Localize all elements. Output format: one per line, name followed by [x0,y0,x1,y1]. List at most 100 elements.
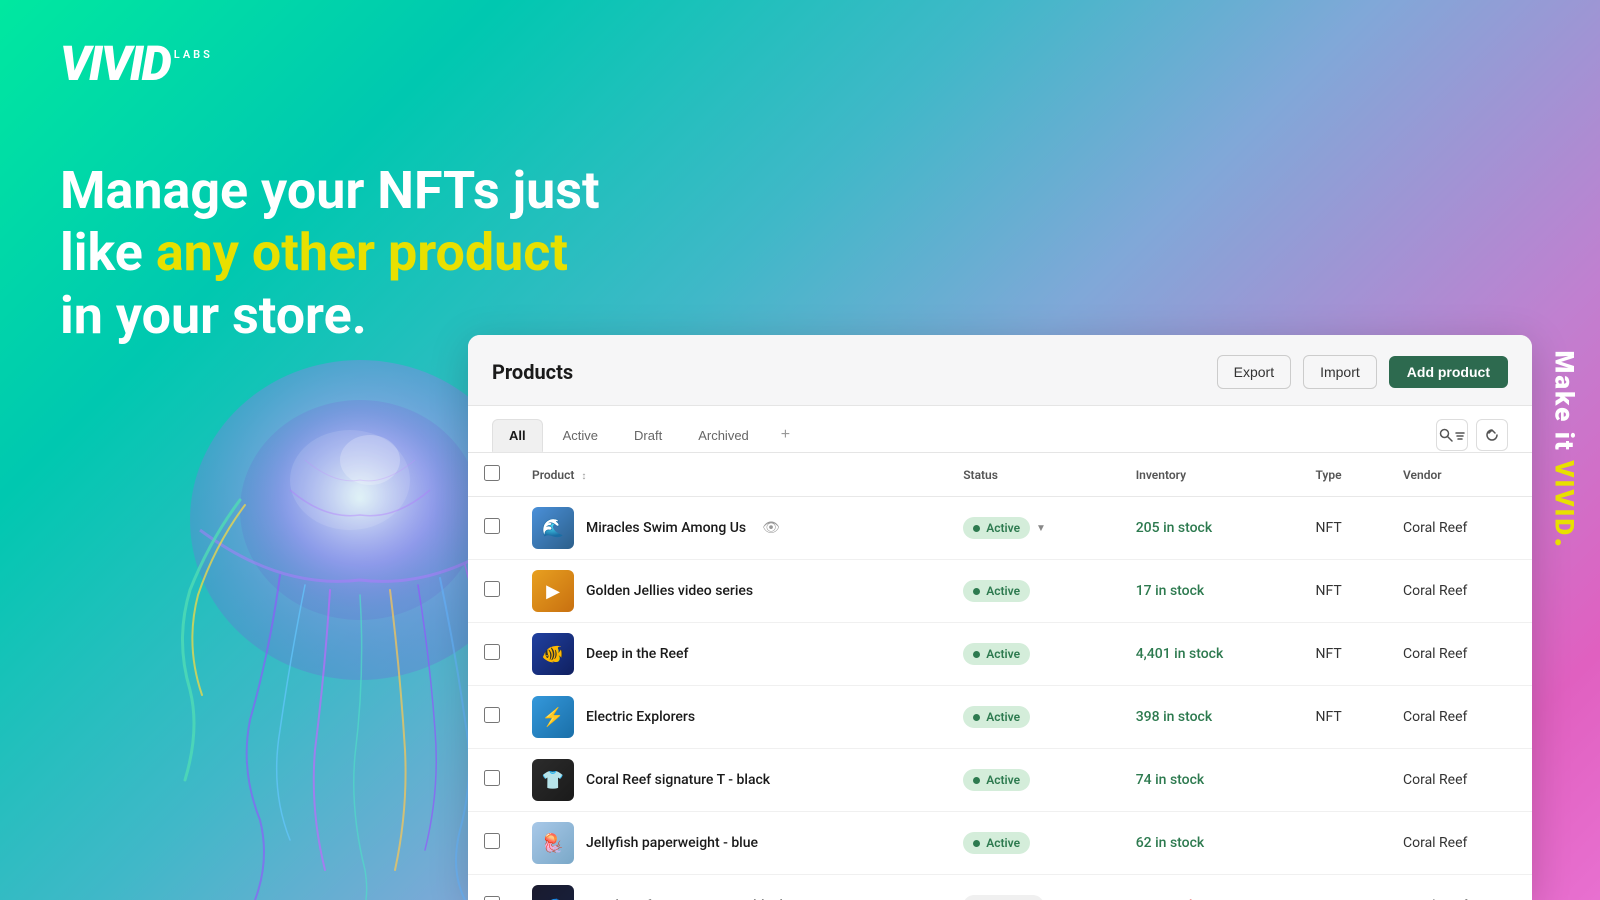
row-checkbox[interactable] [484,770,500,786]
row-vendor-cell: Coral Reef [1387,875,1532,900]
headline-line2: like any other product [60,222,600,284]
row-status-cell: Active [947,686,1120,749]
row-product-cell: 🧢 Coral Reef signature Cap - black [516,875,947,900]
inventory-value: 17 in stock [1136,583,1205,599]
table-row[interactable]: 👕 Coral Reef signature T - black Active … [468,749,1532,812]
export-button[interactable]: Export [1217,355,1291,389]
table-row[interactable]: 🪼 Jellyfish paperweight - blue Active 62… [468,812,1532,875]
product-name: Golden Jellies video series [586,583,753,599]
row-vendor-cell: Coral Reef [1387,749,1532,812]
row-checkbox-cell [468,623,516,686]
product-cell: 🪼 Jellyfish paperweight - blue [532,822,931,864]
row-checkbox[interactable] [484,644,500,660]
status-badge: Active [963,580,1030,602]
tab-all[interactable]: All [492,419,543,452]
status-badge: Archived [963,895,1043,900]
status-badge: Active [963,832,1030,854]
panel-header: Products Export Import Add product [468,335,1532,406]
table-row[interactable]: ▶ Golden Jellies video series Active 17 … [468,560,1532,623]
product-name: Deep in the Reef [586,646,689,662]
product-cell: 👕 Coral Reef signature T - black [532,759,931,801]
inventory-value: 205 in stock [1136,520,1212,536]
product-name: Miracles Swim Among Us [586,520,746,536]
status-badge: Active [963,706,1030,728]
search-filter-button[interactable] [1436,419,1468,451]
product-thumbnail: 👕 [532,759,574,801]
row-inventory-cell: 17 in stock [1120,560,1300,623]
status-dot [973,714,980,721]
tab-add-button[interactable]: + [769,418,802,452]
visibility-icon: 👁 [762,520,780,536]
row-product-cell: 👕 Coral Reef signature T - black [516,749,947,812]
row-status-cell: Active [947,812,1120,875]
tab-archived[interactable]: Archived [682,420,765,451]
table-row[interactable]: 🧢 Coral Reef signature Cap - black Archi… [468,875,1532,900]
inventory-value: 4,401 in stock [1136,646,1224,662]
product-name: Electric Explorers [586,709,695,725]
row-type-cell: NFT [1299,686,1387,749]
tabs-right-actions [1436,419,1508,451]
row-checkbox-cell [468,875,516,900]
row-checkbox[interactable] [484,833,500,849]
logo-main: VIVID [60,35,170,92]
row-type-cell [1299,875,1387,900]
status-badge: Active [963,517,1030,539]
products-panel: Products Export Import Add product All A… [468,335,1532,900]
add-product-button[interactable]: Add product [1389,356,1508,388]
row-product-cell: ▶ Golden Jellies video series [516,560,947,623]
inventory-value: 74 in stock [1136,772,1205,788]
product-cell: 🐠 Deep in the Reef [532,633,931,675]
row-type-cell [1299,749,1387,812]
row-checkbox-cell [468,812,516,875]
row-status-cell: Archived [947,875,1120,900]
product-name: Coral Reef signature T - black [586,772,770,788]
row-type-cell [1299,812,1387,875]
row-checkbox[interactable] [484,707,500,723]
row-checkbox[interactable] [484,581,500,597]
table-row[interactable]: 🌊 Miracles Swim Among Us 👁 Active ▼ 205 … [468,497,1532,560]
row-checkbox-cell [468,686,516,749]
row-inventory-cell: 398 in stock [1120,686,1300,749]
row-checkbox[interactable] [484,896,500,900]
tabs-bar: All Active Draft Archived + [468,406,1532,453]
panel-actions: Export Import Add product [1217,355,1508,389]
product-thumbnail: 🐠 [532,633,574,675]
row-product-cell: 🌊 Miracles Swim Among Us 👁 [516,497,947,560]
status-dropdown-arrow[interactable]: ▼ [1036,523,1046,534]
row-status-cell: Active [947,623,1120,686]
row-status-cell: Active [947,560,1120,623]
status-badge: Active [963,769,1030,791]
table-row[interactable]: 🐠 Deep in the Reef Active 4,401 in stock… [468,623,1532,686]
status-dot [973,651,980,658]
select-all-checkbox[interactable] [484,465,500,481]
row-checkbox-cell [468,497,516,560]
import-button[interactable]: Import [1303,355,1377,389]
col-type: Type [1299,453,1387,497]
col-product[interactable]: Product ↕ [516,453,947,497]
inventory-value: 62 in stock [1136,835,1205,851]
logo: VIVIDLABS [60,40,213,88]
refresh-button[interactable] [1476,419,1508,451]
product-thumbnail: ▶ [532,570,574,612]
headline-line2-highlight: any other product [156,222,568,283]
tab-active[interactable]: Active [547,420,614,451]
row-inventory-cell: 205 in stock [1120,497,1300,560]
product-thumbnail: ⚡ [532,696,574,738]
logo-labs: LABS [174,48,213,61]
headline-line1: Manage your NFTs just [60,160,600,222]
col-vendor: Vendor [1387,453,1532,497]
tab-draft[interactable]: Draft [618,420,678,451]
row-checkbox[interactable] [484,518,500,534]
col-checkbox [468,453,516,497]
row-inventory-cell: 0 in stock [1120,875,1300,900]
table-row[interactable]: ⚡ Electric Explorers Active 398 in stock… [468,686,1532,749]
product-cell: ▶ Golden Jellies video series [532,570,931,612]
products-tbody: 🌊 Miracles Swim Among Us 👁 Active ▼ 205 … [468,497,1532,900]
product-name: Jellyfish paperweight - blue [586,835,758,851]
sort-icon: ↕ [581,471,586,482]
row-vendor-cell: Coral Reef [1387,623,1532,686]
row-inventory-cell: 4,401 in stock [1120,623,1300,686]
row-type-cell: NFT [1299,560,1387,623]
product-thumbnail: 🪼 [532,822,574,864]
row-inventory-cell: 74 in stock [1120,749,1300,812]
